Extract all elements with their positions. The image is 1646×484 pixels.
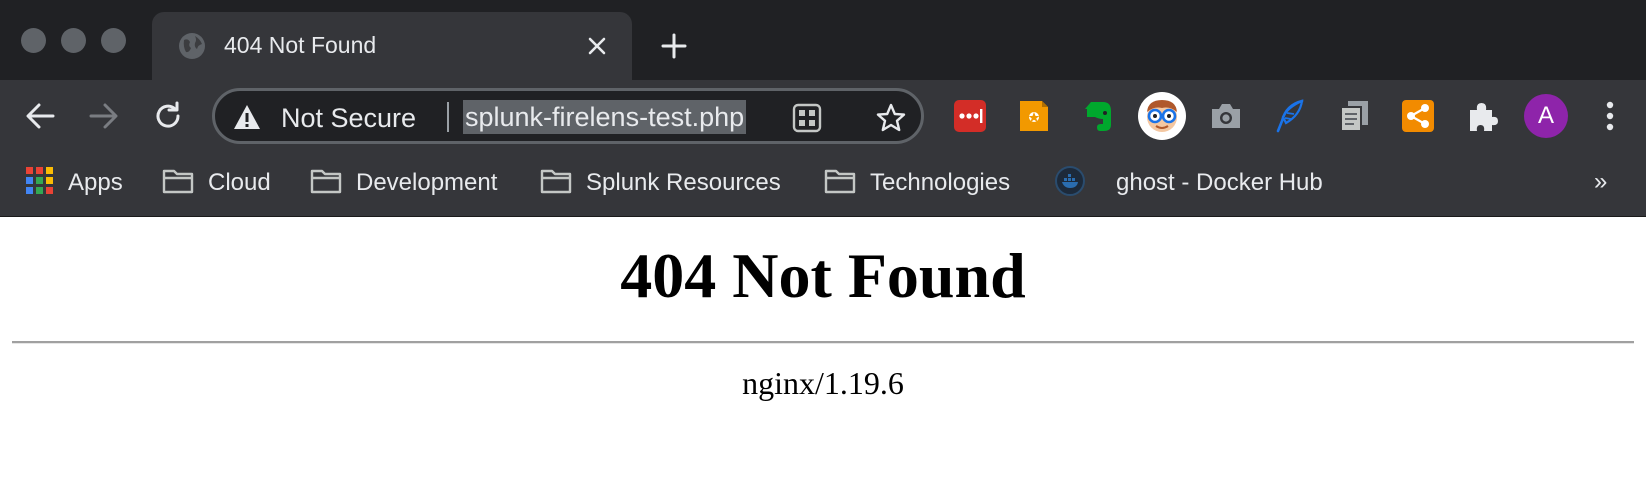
bookmark-label: Cloud: [208, 169, 271, 196]
docker-icon: [1054, 165, 1086, 202]
camera-icon[interactable]: [1204, 94, 1248, 138]
bookmark-label: ghost - Docker Hub: [1116, 169, 1323, 196]
browser-chrome: 404 Not Found Not Secure splunk-firelens…: [0, 0, 1646, 217]
profile-avatar[interactable]: A: [1524, 94, 1568, 138]
star-icon[interactable]: [875, 102, 907, 134]
bookmark-label: Development: [356, 169, 498, 196]
folder-icon: [824, 168, 856, 199]
apps-grid-icon: [26, 166, 54, 200]
folder-icon: [310, 168, 342, 199]
puzzle-icon[interactable]: [1460, 94, 1504, 138]
qr-code-icon[interactable]: [791, 102, 823, 134]
window-close-button[interactable]: [21, 28, 46, 53]
security-label[interactable]: Not Secure: [281, 103, 416, 134]
bookmarks-bar: Apps Cloud Development Splunk Resources …: [0, 152, 1646, 217]
folder-icon: [540, 168, 572, 199]
tab-title: 404 Not Found: [224, 32, 377, 58]
toolbar: Not Secure splunk-firelens-test.php A: [0, 80, 1646, 152]
feather-icon[interactable]: [1268, 94, 1312, 138]
bookmark-label: Apps: [68, 169, 123, 196]
folder-icon: [162, 168, 194, 199]
url-text[interactable]: splunk-firelens-test.php: [463, 100, 747, 134]
bookmark-folder-cloud[interactable]: Cloud: [162, 166, 271, 200]
lastpass-icon[interactable]: [948, 94, 992, 138]
server-signature: nginx/1.19.6: [742, 365, 904, 401]
page-heading: 404 Not Found: [620, 240, 1026, 311]
bookmark-folder-technologies[interactable]: Technologies: [824, 166, 1010, 200]
bookmarks-overflow-button[interactable]: »: [1594, 168, 1607, 196]
nerd-face-icon[interactable]: [1138, 92, 1186, 140]
address-bar[interactable]: Not Secure splunk-firelens-test.php: [212, 88, 924, 144]
window-maximize-button[interactable]: [101, 28, 126, 53]
page-content: 404 Not Found nginx/1.19.6: [0, 217, 1646, 484]
more-menu-icon[interactable]: [1590, 96, 1630, 136]
tab-active[interactable]: 404 Not Found: [152, 12, 632, 80]
divider: [12, 341, 1634, 344]
reload-button[interactable]: [148, 96, 188, 136]
forward-button[interactable]: [84, 96, 124, 136]
keep-icon[interactable]: [1012, 94, 1056, 138]
tab-strip: 404 Not Found: [0, 0, 1646, 80]
new-tab-button[interactable]: [656, 28, 692, 64]
close-tab-icon[interactable]: [580, 29, 614, 63]
bookmark-folder-development[interactable]: Development: [310, 166, 497, 200]
warning-icon[interactable]: [233, 104, 261, 130]
copy-icon[interactable]: [1332, 94, 1376, 138]
bookmark-label: Technologies: [870, 169, 1011, 196]
back-button[interactable]: [20, 96, 60, 136]
bookmark-apps[interactable]: Apps: [26, 166, 123, 200]
bookmark-docker-hub[interactable]: ghost - Docker Hub: [1054, 165, 1323, 202]
bookmark-folder-splunk-resources[interactable]: Splunk Resources: [540, 166, 781, 200]
window-minimize-button[interactable]: [61, 28, 86, 53]
bookmark-label: Splunk Resources: [586, 169, 781, 196]
evernote-icon[interactable]: [1076, 94, 1120, 138]
address-separator: [447, 102, 449, 132]
share-icon[interactable]: [1396, 94, 1440, 138]
globe-icon: [178, 32, 206, 60]
